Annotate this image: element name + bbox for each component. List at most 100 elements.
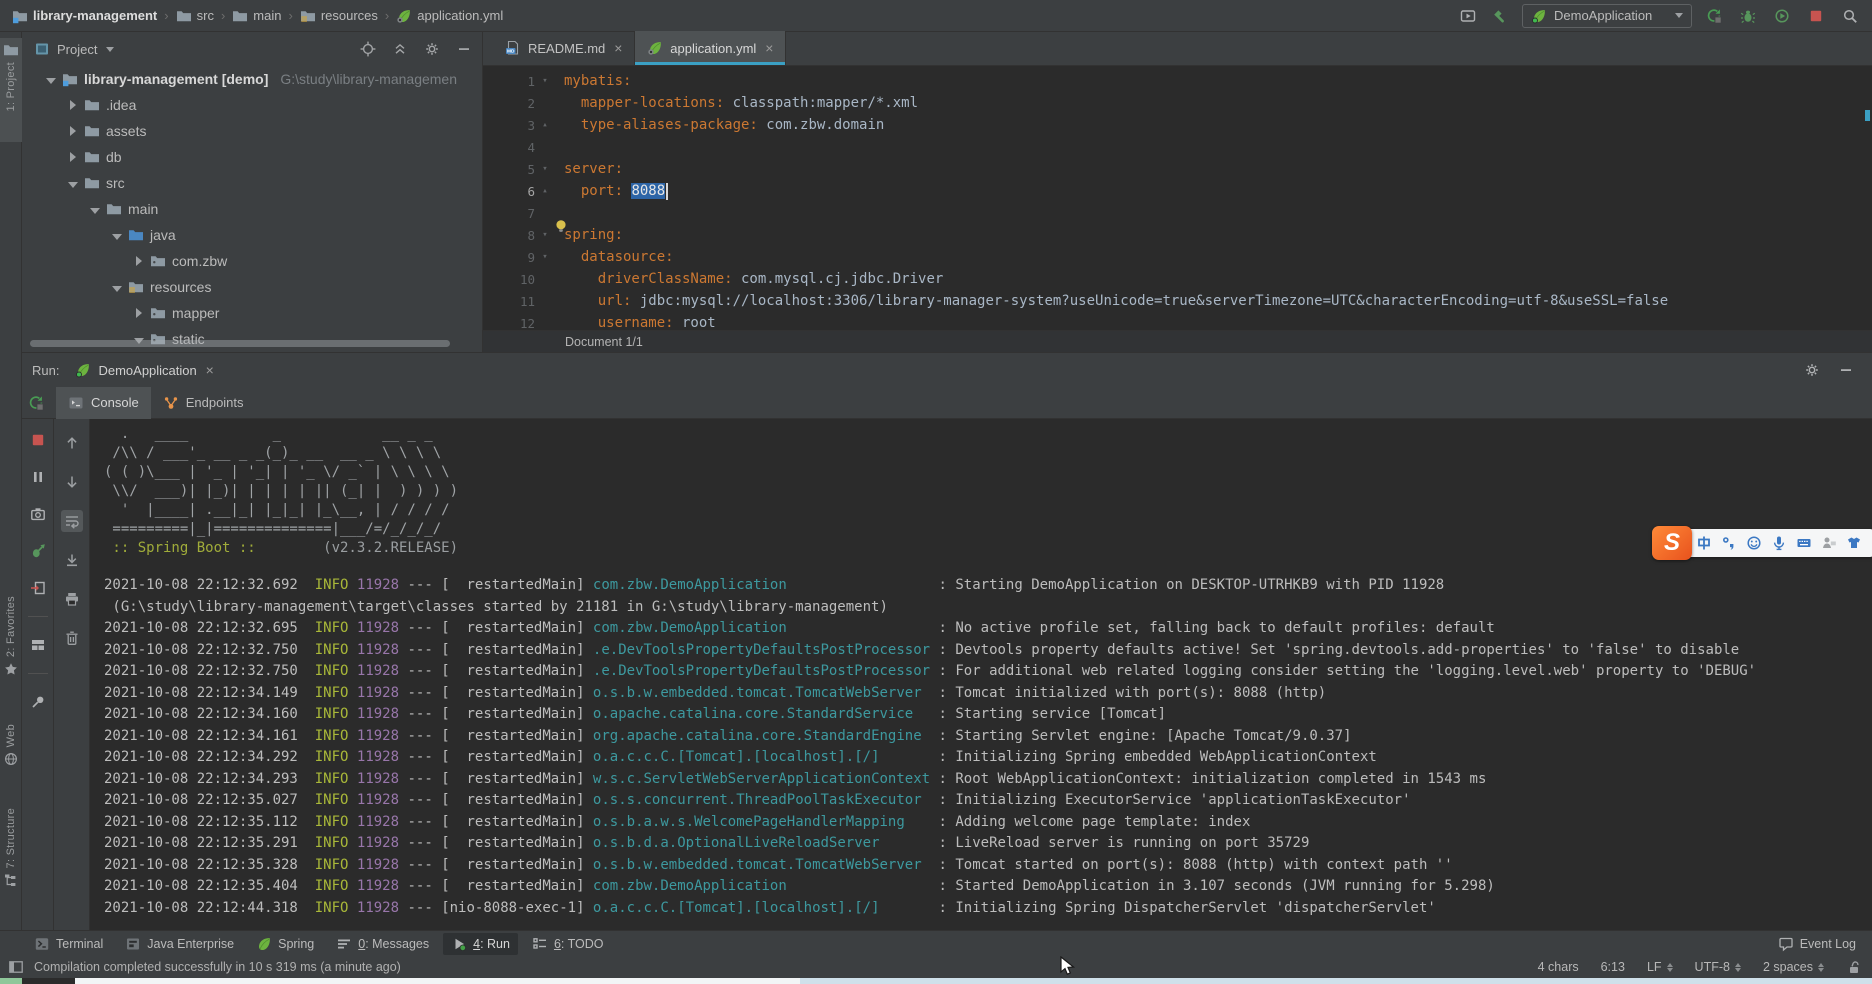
breadcrumb-item-main[interactable]: main: [228, 6, 285, 26]
tree-item-main[interactable]: main: [22, 196, 482, 222]
toolwindow-project[interactable]: 1: Project: [0, 38, 22, 142]
tree-collapse-icon[interactable]: [46, 71, 56, 87]
gutter-line[interactable]: 11: [483, 290, 559, 312]
tree-collapse-icon[interactable]: [112, 227, 122, 243]
code-line[interactable]: mapper-locations: classpath:mapper/*.xml: [564, 92, 1864, 114]
ime-keyboard-icon[interactable]: [1796, 535, 1812, 551]
code-line[interactable]: spring:: [564, 224, 1864, 246]
console-tab-Console[interactable]: Console: [56, 387, 151, 419]
ime-mic-icon[interactable]: [1771, 535, 1787, 551]
tree-item-resources[interactable]: resources: [22, 274, 482, 300]
fold-down-icon[interactable]: ▾: [535, 252, 555, 262]
code-line[interactable]: server:: [564, 158, 1864, 180]
status-widget-4chars[interactable]: 4 chars: [1538, 960, 1579, 974]
editor-gutter[interactable]: 1▾23▴45▾6▴78▾9▾101112: [483, 66, 559, 330]
ime-punct-icon[interactable]: [1721, 535, 1737, 551]
horizontal-scrollbar[interactable]: [30, 340, 450, 347]
close-icon[interactable]: ×: [763, 41, 775, 55]
tree-item-com.zbw[interactable]: com.zbw: [22, 248, 482, 274]
scroll-to-end-button[interactable]: [61, 549, 83, 571]
code-line[interactable]: type-aliases-package: com.zbw.domain: [564, 114, 1864, 136]
search-everywhere-button-icon[interactable]: [1842, 8, 1858, 24]
rerun-icon[interactable]: [28, 395, 44, 411]
status-widget-613[interactable]: 6:13: [1601, 960, 1625, 974]
gutter-line[interactable]: 8▾: [483, 224, 559, 246]
collapse-all-button-icon[interactable]: [392, 41, 408, 57]
hide-run-panel-button-icon[interactable]: [1838, 362, 1854, 378]
build-project-button-icon[interactable]: [1492, 8, 1508, 24]
code-line[interactable]: [564, 136, 1864, 158]
debug-button-icon[interactable]: [1740, 8, 1756, 24]
project-settings-button-icon[interactable]: [424, 41, 440, 57]
status-widget-LF[interactable]: LF: [1647, 960, 1673, 974]
code-line[interactable]: port: 8088: [564, 180, 1864, 202]
stop-process-button[interactable]: [27, 429, 49, 451]
tree-item-src[interactable]: src: [22, 170, 482, 196]
clear-all-button[interactable]: [61, 627, 83, 649]
rerun-button-icon[interactable]: [1706, 8, 1722, 24]
tree-expand-icon[interactable]: [68, 123, 78, 139]
gutter-line[interactable]: 3▴: [483, 114, 559, 136]
console-output[interactable]: . ____ _ __ _ _ /\\ / ___'_ __ _ _(_)_ _…: [90, 419, 1872, 930]
sogou-logo[interactable]: S: [1652, 526, 1692, 560]
status-message[interactable]: Compilation completed successfully in 10…: [34, 960, 401, 974]
toolwindow-button-TODO[interactable]: 6: TODO: [524, 933, 612, 955]
gutter-line[interactable]: 6▴: [483, 180, 559, 202]
intention-bulb-icon[interactable]: [553, 218, 569, 234]
tree-item-db[interactable]: db: [22, 144, 482, 170]
close-icon[interactable]: ×: [612, 41, 624, 55]
fold-down-icon[interactable]: ▾: [535, 164, 555, 174]
restart-debug-button[interactable]: [27, 540, 49, 562]
run-config-selector[interactable]: DemoApplication: [1522, 4, 1692, 28]
tree-expand-icon[interactable]: [68, 149, 78, 165]
profiler-button-icon[interactable]: [1774, 8, 1790, 24]
toolwindow-structure[interactable]: 7: Structure: [0, 804, 22, 892]
hide-panel-button-icon[interactable]: [456, 41, 472, 57]
tree-item-assets[interactable]: assets: [22, 118, 482, 144]
gutter-line[interactable]: 2: [483, 92, 559, 114]
print-button[interactable]: [61, 588, 83, 610]
gutter-line[interactable]: 7: [483, 202, 559, 224]
gutter-line[interactable]: 10: [483, 268, 559, 290]
event-log-button[interactable]: Event Log: [1778, 936, 1862, 952]
pause-output-button[interactable]: [27, 466, 49, 488]
breadcrumb-item-src[interactable]: src: [172, 6, 218, 26]
toolwindow-button-JavaEnterprise[interactable]: Java Enterprise: [117, 933, 242, 955]
thread-dump-button[interactable]: [27, 503, 49, 525]
restore-layout-button[interactable]: [27, 634, 49, 656]
stop-button-icon[interactable]: [1808, 8, 1824, 24]
run-tab[interactable]: DemoApplication ×: [69, 358, 221, 382]
fold-down-icon[interactable]: ▾: [535, 230, 555, 240]
run-settings-button-icon[interactable]: [1804, 362, 1820, 378]
gutter-line[interactable]: 12: [483, 312, 559, 334]
toolwindow-toggle-icon[interactable]: [8, 959, 24, 975]
tree-expand-icon[interactable]: [134, 253, 144, 269]
code-line[interactable]: mybatis:: [564, 70, 1864, 92]
breadcrumb-item-application.yml[interactable]: application.yml: [392, 6, 507, 26]
gutter-line[interactable]: 9▾: [483, 246, 559, 268]
tab-application.yml[interactable]: application.yml×: [635, 31, 786, 65]
run-window-button-icon[interactable]: [1460, 8, 1476, 24]
chevron-down-icon[interactable]: [106, 47, 114, 52]
tab-README.md[interactable]: MDREADME.md×: [493, 31, 635, 65]
code-line[interactable]: driverClassName: com.mysql.cj.jdbc.Drive…: [564, 268, 1864, 290]
tree-item-library-management[interactable]: library-management [demo]G:\study\librar…: [22, 66, 482, 92]
tree-item-java[interactable]: java: [22, 222, 482, 248]
tree-item-.idea[interactable]: .idea: [22, 92, 482, 118]
status-widget-UTF-8[interactable]: UTF-8: [1695, 960, 1741, 974]
breadcrumb-item-resources[interactable]: resources: [296, 6, 382, 26]
ime-smiley-icon[interactable]: [1746, 535, 1762, 551]
gutter-line[interactable]: 4: [483, 136, 559, 158]
breadcrumb-item-library-management[interactable]: library-management: [8, 6, 161, 26]
fold-up-icon[interactable]: ▴: [535, 120, 555, 130]
project-panel-title[interactable]: Project: [57, 42, 97, 57]
exit-button[interactable]: [27, 577, 49, 599]
ime-zhong-icon[interactable]: [1696, 535, 1712, 551]
pin-tab-button[interactable]: [27, 691, 49, 713]
gutter-line[interactable]: 1▾: [483, 70, 559, 92]
tree-collapse-icon[interactable]: [68, 175, 78, 191]
toolwindow-web[interactable]: Web: [0, 720, 22, 771]
ime-person-icon[interactable]: [1821, 535, 1837, 551]
editor-code[interactable]: 1▾23▴45▾6▴78▾9▾101112 mybatis: mapper-lo…: [483, 66, 1872, 330]
toolwindow-button-Terminal[interactable]: Terminal: [26, 933, 111, 955]
